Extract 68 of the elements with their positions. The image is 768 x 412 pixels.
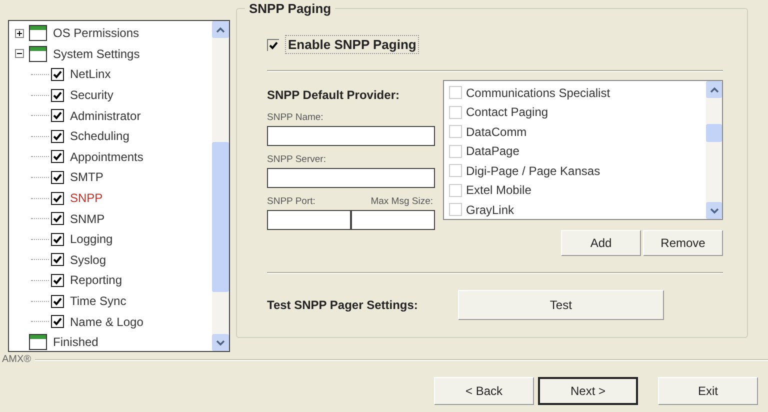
- checkbox[interactable]: [51, 315, 64, 328]
- checkbox-label[interactable]: Enable SNPP Paging: [285, 35, 420, 54]
- tree-item[interactable]: SNMP: [70, 212, 105, 226]
- field-label: SNPP Name:: [267, 112, 324, 123]
- provider-item[interactable]: DataPage: [466, 144, 520, 158]
- group-title: SNPP Paging: [245, 1, 336, 16]
- tree-item[interactable]: Scheduling: [70, 129, 130, 144]
- provider-label: SNPP Default Provider:: [267, 88, 400, 102]
- field-label: Max Msg Size:: [370, 196, 433, 207]
- checkbox[interactable]: [51, 68, 64, 81]
- checkbox[interactable]: [51, 274, 64, 287]
- list-button[interactable]: Remove: [643, 230, 723, 256]
- nav-button[interactable]: < Back: [434, 377, 534, 405]
- provider-item[interactable]: Communications Specialist: [466, 86, 610, 100]
- scroll-down-icon[interactable]: [212, 334, 229, 351]
- provider-item[interactable]: Digi-Page / Page Kansas: [466, 164, 600, 178]
- tree-item[interactable]: Finished: [53, 335, 98, 350]
- checkbox[interactable]: [51, 253, 64, 266]
- checkbox[interactable]: [51, 212, 64, 226]
- provider-item[interactable]: Contact Paging: [466, 105, 548, 120]
- expander-icon[interactable]: [15, 49, 24, 58]
- tree-item[interactable]: Reporting: [70, 273, 122, 288]
- scroll-thumb[interactable]: [706, 124, 722, 142]
- nav-button[interactable]: Exit: [658, 377, 758, 405]
- checkbox[interactable]: [51, 232, 64, 246]
- tree-item[interactable]: Syslog: [70, 252, 106, 267]
- name-field[interactable]: [267, 126, 435, 146]
- checkbox[interactable]: [51, 150, 64, 164]
- expander-icon[interactable]: [15, 28, 24, 38]
- tree-item[interactable]: OS Permissions: [53, 26, 140, 40]
- checkbox[interactable]: [51, 130, 64, 143]
- checkbox[interactable]: [51, 88, 64, 102]
- field-label: SNPP Server:: [267, 154, 327, 165]
- scrollbar[interactable]: [706, 81, 722, 219]
- scrollbar[interactable]: [212, 21, 229, 351]
- checkbox[interactable]: [267, 38, 279, 50]
- tree-item[interactable]: System Settings: [53, 46, 140, 61]
- tree-item[interactable]: Appointments: [70, 150, 144, 164]
- tree-item[interactable]: Time Sync: [70, 294, 126, 308]
- field-label: SNPP Port:: [267, 196, 316, 207]
- window-icon: [29, 25, 47, 42]
- list-button[interactable]: Add: [561, 230, 641, 256]
- checkbox[interactable]: [51, 109, 64, 122]
- test-label: Test SNPP Pager Settings:: [267, 298, 418, 312]
- provider-item[interactable]: GrayLink: [466, 202, 514, 217]
- scroll-thumb[interactable]: [212, 142, 229, 292]
- server-field[interactable]: [267, 168, 435, 188]
- size-field[interactable]: [351, 210, 435, 230]
- tree-item[interactable]: NetLinx: [70, 67, 111, 82]
- tree-item[interactable]: Security: [70, 88, 114, 102]
- tree-item[interactable]: Name & Logo: [70, 314, 144, 329]
- checkbox[interactable]: [51, 192, 64, 205]
- provider-item[interactable]: Extel Mobile: [466, 183, 532, 198]
- nav-button[interactable]: Next >: [538, 377, 638, 405]
- tree-item[interactable]: SNPP: [70, 191, 103, 206]
- tree-item[interactable]: Administrator: [70, 108, 141, 123]
- scroll-down-icon[interactable]: [706, 202, 722, 219]
- port-field[interactable]: [267, 210, 351, 230]
- tree-item[interactable]: SMTP: [70, 170, 104, 184]
- tree-item[interactable]: Logging: [70, 232, 113, 246]
- scroll-up-icon[interactable]: [212, 21, 229, 38]
- window-icon: [29, 46, 47, 62]
- checkbox[interactable]: [51, 170, 64, 184]
- test-button[interactable]: Test: [458, 290, 664, 320]
- checkbox[interactable]: [51, 294, 64, 308]
- brand-label: AMX®: [2, 354, 32, 365]
- provider-item[interactable]: DataComm: [466, 124, 527, 139]
- scroll-up-icon[interactable]: [706, 81, 722, 98]
